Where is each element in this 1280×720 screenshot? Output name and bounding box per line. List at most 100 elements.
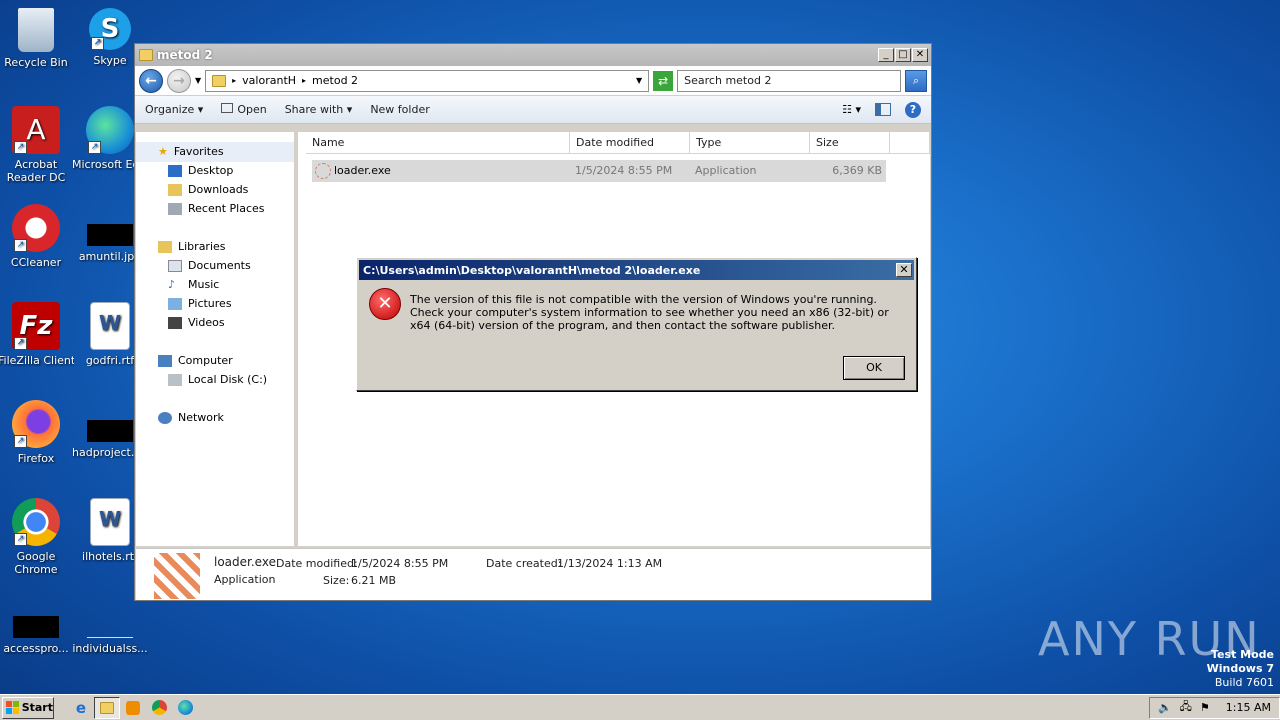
os-label: Windows 7 <box>1206 662 1274 675</box>
error-dialog[interactable]: C:\Users\admin\Desktop\valorantH\metod 2… <box>356 257 917 391</box>
documents-icon <box>168 259 182 272</box>
desktop-icon-label: CCleaner <box>10 256 62 269</box>
nav-videos[interactable]: Videos <box>168 316 225 329</box>
dialog-close-button[interactable]: ✕ <box>896 263 912 277</box>
dialog-title: C:\Users\admin\Desktop\valorantH\metod 2… <box>363 263 701 277</box>
chrome-taskbar-icon[interactable] <box>146 697 172 719</box>
nav-pictures[interactable]: Pictures <box>168 297 232 310</box>
organize-button[interactable]: Organize ▾ <box>145 103 203 116</box>
shortcut-arrow-icon: ↗ <box>14 435 27 448</box>
desktop-icon-ccleaner[interactable]: ↗ CCleaner <box>0 204 74 269</box>
explorer-taskbar-button[interactable] <box>94 696 120 719</box>
search-icon[interactable]: ⌕ <box>905 69 927 92</box>
test-mode-label: Test Mode <box>1211 648 1274 661</box>
desktop-icon-recycle-bin[interactable]: Recycle Bin <box>0 8 74 69</box>
folder-icon <box>139 49 153 61</box>
file-date-modified: 1/5/2024 8:55 PM <box>575 164 673 177</box>
image-thumbnail-icon <box>87 420 133 442</box>
start-button[interactable]: Start <box>2 696 54 719</box>
details-file-type: Application <box>214 573 276 586</box>
system-tray: 🔈 🖧 ⚑ 1:15 AM <box>1148 696 1280 719</box>
folder-icon <box>100 701 114 714</box>
nav-libraries[interactable]: Libraries <box>158 240 226 253</box>
desktop-icon-accesspro[interactable]: accesspro... <box>0 596 74 655</box>
details-pane: loader.exe Application Date modified: 1/… <box>136 548 931 600</box>
preview-pane-icon[interactable] <box>875 103 891 116</box>
file-type: Application <box>695 164 757 177</box>
ok-button[interactable]: OK <box>843 356 905 380</box>
network-tray-icon[interactable]: 🖧 <box>1180 698 1192 717</box>
volume-icon[interactable]: 🔈 <box>1158 701 1172 714</box>
skype-icon: S ↗ <box>89 8 131 50</box>
desktop-icon-acrobat[interactable]: A ↗ Acrobat Reader DC <box>0 106 74 184</box>
nav-favorites[interactable]: ★ Favorites <box>158 145 224 158</box>
nav-label: Music <box>188 278 220 291</box>
star-icon: ★ <box>158 145 168 158</box>
open-label: Open <box>237 103 267 116</box>
internet-explorer-icon[interactable]: e <box>68 697 94 719</box>
nav-label: Documents <box>188 259 251 272</box>
minimize-button[interactable]: _ <box>878 48 894 62</box>
open-button[interactable]: Open <box>221 103 267 116</box>
address-dropdown-icon[interactable]: ▼ <box>636 76 642 85</box>
desktop-icon-filezilla[interactable]: Fz ↗ FileZilla Client <box>0 302 74 367</box>
column-header-size[interactable]: Size <box>810 132 890 154</box>
dialog-titlebar[interactable]: C:\Users\admin\Desktop\valorantH\metod 2… <box>359 260 914 280</box>
filezilla-icon: Fz ↗ <box>12 302 60 350</box>
close-button[interactable]: ✕ <box>912 48 928 62</box>
image-thumbnail-icon <box>13 616 59 638</box>
new-folder-button[interactable]: New folder <box>370 103 429 116</box>
shortcut-arrow-icon: ↗ <box>14 533 27 546</box>
shortcut-arrow-icon: ↗ <box>14 141 27 154</box>
window-titlebar[interactable]: metod 2 _ □ ✕ <box>135 44 931 66</box>
desktop-icon-chrome[interactable]: ↗ Google Chrome <box>0 498 74 576</box>
nav-music[interactable]: ♪ Music <box>168 278 219 291</box>
edge-taskbar-icon[interactable] <box>172 697 198 719</box>
nav-documents[interactable]: Documents <box>168 259 251 272</box>
details-date-modified: 1/5/2024 8:55 PM <box>351 557 449 570</box>
help-icon[interactable]: ? <box>905 101 921 118</box>
start-label: Start <box>21 701 53 714</box>
media-player-icon[interactable] <box>120 697 146 719</box>
desktop-icon-firefox[interactable]: ↗ Firefox <box>0 400 74 465</box>
action-center-icon[interactable]: ⚑ <box>1200 701 1210 714</box>
breadcrumb-item[interactable]: valorantH <box>242 74 296 87</box>
exe-file-icon-large <box>154 553 200 599</box>
address-bar[interactable]: ▸ valorantH ▸ metod 2 ▼ <box>205 69 650 92</box>
history-dropdown-icon[interactable]: ▼ <box>195 76 201 85</box>
file-name: loader.exe <box>334 164 391 177</box>
column-header-date-modified[interactable]: Date modified <box>570 132 690 154</box>
maximize-button[interactable]: □ <box>895 48 911 62</box>
search-placeholder: Search metod 2 <box>684 74 772 87</box>
nav-downloads[interactable]: Downloads <box>168 183 248 196</box>
back-button[interactable]: ← <box>139 68 163 93</box>
desktop-icon-individualss[interactable]: individualss... <box>72 596 148 655</box>
desktop-icon-label: Recycle Bin <box>4 56 68 69</box>
refresh-icon[interactable]: ⇄ <box>653 70 674 91</box>
view-options-icon[interactable]: ☷ ▾ <box>842 103 861 116</box>
nav-recent-places[interactable]: Recent Places <box>168 202 265 215</box>
address-row: ← → ▼ ▸ valorantH ▸ metod 2 ▼ ⇄ Search m… <box>135 66 931 96</box>
clock[interactable]: 1:15 AM <box>1226 701 1271 714</box>
word-document-icon: W <box>90 302 130 350</box>
column-header-name[interactable]: Name <box>306 132 570 154</box>
forward-button[interactable]: → <box>167 68 191 93</box>
nav-computer[interactable]: Computer <box>158 354 233 367</box>
open-icon <box>221 103 234 113</box>
nav-desktop[interactable]: Desktop <box>168 164 233 177</box>
column-header-type[interactable]: Type <box>690 132 810 154</box>
breadcrumb-item[interactable]: metod 2 <box>312 74 358 87</box>
search-input[interactable]: Search metod 2 <box>677 69 901 92</box>
folder-icon <box>212 74 227 87</box>
column-header-filler <box>890 132 930 154</box>
nav-label: Favorites <box>173 145 224 158</box>
test-mode-notice: Test Mode Windows 7 Build 7601 <box>1207 648 1274 690</box>
build-label: Build 7601 <box>1214 676 1274 689</box>
desktop-icon-label: individualss... <box>72 642 148 655</box>
nav-label: Network <box>178 411 224 424</box>
share-with-button[interactable]: Share with ▾ <box>285 103 353 116</box>
chrome-icon: ↗ <box>12 498 60 546</box>
nav-local-disk[interactable]: Local Disk (C:) <box>168 373 267 386</box>
nav-network[interactable]: Network <box>158 411 224 424</box>
file-row[interactable]: loader.exe 1/5/2024 8:55 PM Application … <box>312 160 886 182</box>
